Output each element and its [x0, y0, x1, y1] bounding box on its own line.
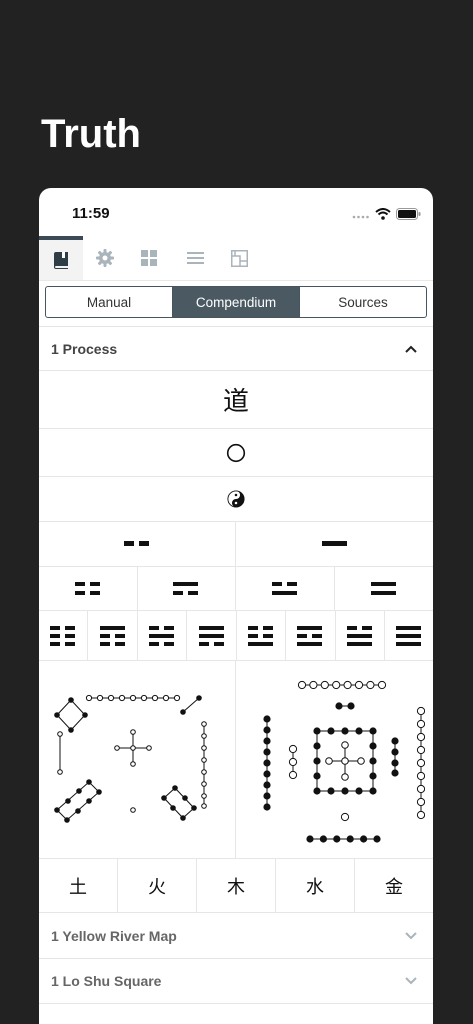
- old-yin-icon: [39, 567, 138, 610]
- element-water-label: 水: [306, 876, 324, 898]
- element-metal-label: 金: [385, 876, 403, 898]
- element-fire: 火: [118, 859, 197, 912]
- trigram-xun-icon: [187, 611, 237, 660]
- tab-settings[interactable]: [83, 236, 127, 280]
- gear-icon: [96, 249, 114, 267]
- phone-screen: 11:59 Manual Compendium Sources 1 Proces…: [39, 188, 433, 1024]
- trigram-qian-icon: [385, 611, 433, 660]
- four-symbols-row: [39, 566, 433, 610]
- process-taiji-row: [39, 476, 433, 521]
- yang-line-icon: [236, 522, 433, 566]
- section-header-lo-shu[interactable]: 1 Lo Shu Square: [39, 958, 433, 1004]
- section-title-lo-shu: 1 Lo Shu Square: [51, 973, 162, 989]
- young-yang-icon: [138, 567, 236, 610]
- trigram-row: [39, 610, 433, 660]
- tab-manual-book[interactable]: [39, 236, 83, 280]
- book-icon: [54, 251, 68, 269]
- trigram-zhen-icon: [237, 611, 287, 660]
- segment-sources[interactable]: Sources: [299, 287, 426, 317]
- trigram-li-icon: [286, 611, 336, 660]
- layout-icon: [230, 249, 248, 267]
- element-water: 水: [276, 859, 355, 912]
- element-earth: 土: [39, 859, 118, 912]
- wifi-icon: [375, 207, 391, 225]
- element-metal: 金: [355, 859, 433, 912]
- chevron-down-icon: [405, 977, 417, 985]
- signal-icon: [352, 207, 370, 225]
- chevron-up-icon: [405, 345, 417, 353]
- status-icons: [352, 207, 421, 225]
- element-fire-label: 火: [148, 876, 166, 898]
- segmented-control: Manual Compendium Sources: [45, 286, 427, 318]
- section-header-process[interactable]: 1 Process: [39, 326, 433, 370]
- chevron-down-icon: [405, 931, 417, 939]
- battery-icon: [396, 207, 421, 225]
- grid-icon: [141, 250, 157, 266]
- yin-line-icon: [39, 522, 236, 566]
- segment-manual[interactable]: Manual: [46, 287, 172, 317]
- element-earth-label: 土: [69, 876, 87, 898]
- tab-bar: [39, 236, 433, 281]
- young-yin-icon: [236, 567, 335, 610]
- section-title-yellow-river: 1 Yellow River Map: [51, 927, 177, 944]
- segment-compendium[interactable]: Compendium: [172, 287, 299, 317]
- luoshu-diagram: [236, 661, 433, 858]
- bigram-row: [39, 521, 433, 566]
- list-icon: [186, 252, 204, 264]
- tab-layout[interactable]: [217, 236, 261, 280]
- taiji-icon: [227, 490, 245, 508]
- trigram-kun-icon: [39, 611, 89, 660]
- wuji-circle-icon: [226, 443, 246, 462]
- element-wood-label: 木: [227, 876, 245, 898]
- element-wood: 木: [197, 859, 276, 912]
- process-wuji-row: [39, 428, 433, 476]
- tab-list[interactable]: [173, 236, 217, 280]
- process-dao-row: 道: [39, 370, 433, 428]
- tab-grid[interactable]: [127, 236, 171, 280]
- section-title-process: 1 Process: [51, 340, 118, 357]
- trigram-dui-icon: [336, 611, 386, 660]
- trigram-kan-icon: [138, 611, 188, 660]
- section-header-yellow-river[interactable]: 1 Yellow River Map: [39, 912, 433, 958]
- dao-character: 道: [222, 387, 249, 417]
- diagram-row: [39, 660, 433, 858]
- trigram-gen-icon: [88, 611, 138, 660]
- elements-row: 土 火 木 水 金: [39, 858, 433, 912]
- app-title: Truth: [41, 112, 141, 156]
- hetu-diagram: [39, 661, 236, 858]
- old-yang-icon: [335, 567, 434, 610]
- status-bar: 11:59: [39, 188, 433, 238]
- status-time: 11:59: [72, 205, 110, 222]
